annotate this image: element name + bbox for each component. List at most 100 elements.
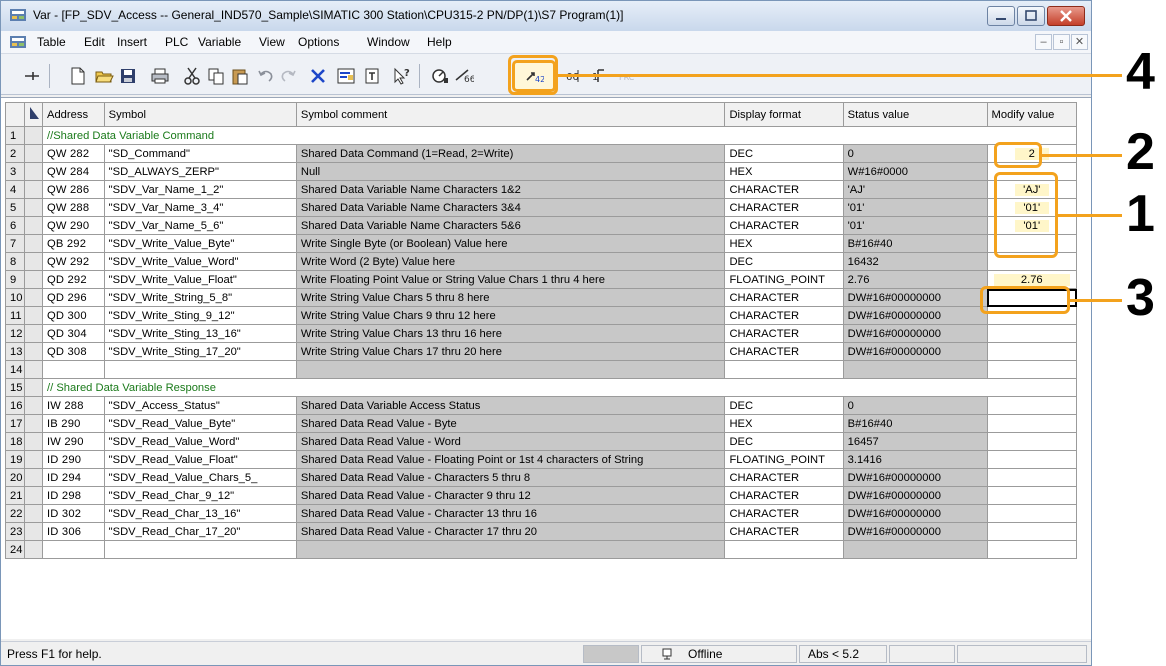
row-number[interactable]: 18 bbox=[5, 432, 25, 451]
cell-symbol-comment[interactable] bbox=[295, 360, 726, 379]
row-selector[interactable] bbox=[23, 342, 43, 361]
save-icon[interactable] bbox=[117, 65, 139, 87]
cell-display-format[interactable]: CHARACTER bbox=[724, 306, 844, 325]
cell-address[interactable]: ID 306 bbox=[42, 522, 105, 541]
cell-modify-value[interactable] bbox=[986, 342, 1078, 361]
delete-icon[interactable] bbox=[307, 65, 329, 87]
cell-modify-value[interactable] bbox=[986, 432, 1078, 451]
table-row[interactable]: 8 QW 292 "SDV_Write_Value_Word" Write Word … bbox=[5, 252, 1078, 271]
cell-status-value[interactable]: W#16#0000 bbox=[842, 162, 988, 181]
mdi-restore-button[interactable]: ▫ bbox=[1053, 34, 1070, 50]
row-selector[interactable] bbox=[23, 414, 43, 433]
row-comment[interactable]: // Shared Data Variable Response bbox=[42, 378, 1077, 397]
monitor-var-icon[interactable] bbox=[335, 65, 357, 87]
copy-icon[interactable] bbox=[205, 65, 227, 87]
row-number[interactable]: 1 bbox=[5, 126, 25, 145]
cell-symbol-comment[interactable]: Write String Value Chars 5 thru 8 here bbox=[295, 288, 726, 307]
cell-display-format[interactable]: HEX bbox=[724, 162, 844, 181]
minimize-button[interactable] bbox=[987, 6, 1015, 26]
menu-window[interactable]: Window bbox=[367, 35, 410, 49]
menu-table[interactable]: Table bbox=[37, 35, 66, 49]
table-row[interactable]: 16 IW 288 "SDV_Access_Status" Shared Data V… bbox=[5, 396, 1078, 415]
cell-symbol-comment[interactable]: Shared Data Read Value - Word bbox=[295, 432, 726, 451]
table-row[interactable]: 3 QW 284 "SD_ALWAYS_ZERP" Null HEX W#16#0000 bbox=[5, 162, 1078, 181]
cell-status-value[interactable]: DW#16#00000000 bbox=[842, 324, 988, 343]
table-row[interactable]: 10 QD 296 "SDV_Write_String_5_8" Write Stri… bbox=[5, 288, 1078, 307]
table-row[interactable]: 20 ID 294 "SDV_Read_Value_Chars_5_ Shared D… bbox=[5, 468, 1078, 487]
table-row[interactable]: 23 ID 306 "SDV_Read_Char_17_20" Shared Data… bbox=[5, 522, 1078, 541]
cell-symbol[interactable]: "SDV_Write_Sting_9_12" bbox=[103, 306, 297, 325]
cell-display-format[interactable]: CHARACTER bbox=[724, 216, 844, 235]
row-number[interactable]: 13 bbox=[5, 342, 25, 361]
cell-symbol-comment[interactable]: Write String Value Chars 13 thru 16 here bbox=[295, 324, 726, 343]
table-row[interactable]: 15 // Shared Data Variable Response bbox=[5, 378, 1077, 397]
cell-symbol-comment[interactable]: Null bbox=[295, 162, 726, 181]
menu-view[interactable]: View bbox=[259, 35, 285, 49]
cell-display-format[interactable]: HEX bbox=[724, 234, 844, 253]
header-edit-icon[interactable] bbox=[23, 102, 43, 127]
cell-address[interactable] bbox=[42, 540, 105, 559]
close-button[interactable] bbox=[1047, 6, 1085, 26]
row-number[interactable]: 23 bbox=[5, 522, 25, 541]
cell-symbol-comment[interactable]: Shared Data Read Value - Character 17 th… bbox=[295, 522, 726, 541]
cell-modify-value[interactable] bbox=[986, 324, 1078, 343]
table-row[interactable]: 22 ID 302 "SDV_Read_Char_13_16" Shared Data… bbox=[5, 504, 1078, 523]
open-icon[interactable] bbox=[93, 65, 115, 87]
cell-modify-value[interactable] bbox=[986, 504, 1078, 523]
cell-symbol[interactable]: "SDV_Write_Sting_13_16" bbox=[103, 324, 297, 343]
cut-icon[interactable] bbox=[181, 65, 203, 87]
cell-symbol-comment[interactable]: Shared Data Variable Name Characters 5&6 bbox=[295, 216, 726, 235]
cell-status-value[interactable]: 16432 bbox=[842, 252, 988, 271]
cell-symbol[interactable]: "SDV_Read_Char_17_20" bbox=[103, 522, 297, 541]
cell-display-format[interactable] bbox=[724, 360, 844, 379]
header-status-value[interactable]: Status value bbox=[842, 102, 988, 127]
monitor-icon[interactable] bbox=[429, 65, 451, 87]
row-number[interactable]: 22 bbox=[5, 504, 25, 523]
cell-status-value[interactable]: '01' bbox=[842, 216, 988, 235]
cell-display-format[interactable]: CHARACTER bbox=[724, 180, 844, 199]
cell-display-format[interactable] bbox=[724, 540, 844, 559]
cell-status-value[interactable]: 3.1416 bbox=[842, 450, 988, 469]
cell-symbol-comment[interactable]: Shared Data Read Value - Character 13 th… bbox=[295, 504, 726, 523]
cell-display-format[interactable]: HEX bbox=[724, 414, 844, 433]
row-selector[interactable] bbox=[23, 126, 43, 145]
row-comment[interactable]: //Shared Data Variable Command bbox=[42, 126, 1077, 145]
cell-symbol[interactable]: "SDV_Read_Char_9_12" bbox=[103, 486, 297, 505]
row-selector[interactable] bbox=[23, 234, 43, 253]
row-number[interactable]: 11 bbox=[5, 306, 25, 325]
cell-symbol[interactable] bbox=[103, 540, 297, 559]
row-selector[interactable] bbox=[23, 324, 43, 343]
cell-modify-value[interactable] bbox=[986, 414, 1078, 433]
cell-display-format[interactable]: FLOATING_POINT bbox=[724, 270, 844, 289]
row-number[interactable]: 3 bbox=[5, 162, 25, 181]
cell-symbol[interactable]: "SDV_Read_Value_Byte" bbox=[103, 414, 297, 433]
cell-symbol-comment[interactable]: Shared Data Read Value - Characters 5 th… bbox=[295, 468, 726, 487]
cell-modify-value[interactable] bbox=[986, 486, 1078, 505]
cell-symbol-comment[interactable]: Shared Data Variable Name Characters 3&4 bbox=[295, 198, 726, 217]
cell-address[interactable]: ID 294 bbox=[42, 468, 105, 487]
row-number[interactable]: 19 bbox=[5, 450, 25, 469]
cell-display-format[interactable]: DEC bbox=[724, 252, 844, 271]
header-address[interactable]: Address bbox=[42, 102, 105, 127]
cell-display-format[interactable]: CHARACTER bbox=[724, 486, 844, 505]
modify-icon[interactable]: 66 bbox=[453, 65, 475, 87]
menu-edit[interactable]: Edit bbox=[84, 35, 105, 49]
cell-symbol-comment[interactable]: Write Floating Point Value or String Val… bbox=[295, 270, 726, 289]
cell-modify-value[interactable] bbox=[986, 468, 1078, 487]
cell-status-value[interactable]: 16457 bbox=[842, 432, 988, 451]
cell-symbol[interactable] bbox=[103, 360, 297, 379]
cell-symbol[interactable]: "SDV_Var_Name_5_6" bbox=[103, 216, 297, 235]
cell-status-value[interactable]: 'AJ' bbox=[842, 180, 988, 199]
table-row[interactable]: 9 QD 292 "SDV_Write_Value_Float" Write Floa… bbox=[5, 270, 1078, 289]
cell-symbol-comment[interactable]: Shared Data Read Value - Floating Point … bbox=[295, 450, 726, 469]
row-selector[interactable] bbox=[23, 486, 43, 505]
cell-address[interactable]: QW 288 bbox=[42, 198, 105, 217]
cell-display-format[interactable]: CHARACTER bbox=[724, 468, 844, 487]
cell-address[interactable]: ID 302 bbox=[42, 504, 105, 523]
row-selector[interactable] bbox=[23, 450, 43, 469]
cell-status-value[interactable]: DW#16#00000000 bbox=[842, 504, 988, 523]
cell-status-value[interactable] bbox=[842, 360, 988, 379]
cell-modify-value[interactable] bbox=[986, 360, 1078, 379]
table-row[interactable]: 7 QB 292 "SDV_Write_Value_Byte" Write Singl… bbox=[5, 234, 1078, 253]
cell-symbol[interactable]: "SD_Command" bbox=[103, 144, 297, 163]
